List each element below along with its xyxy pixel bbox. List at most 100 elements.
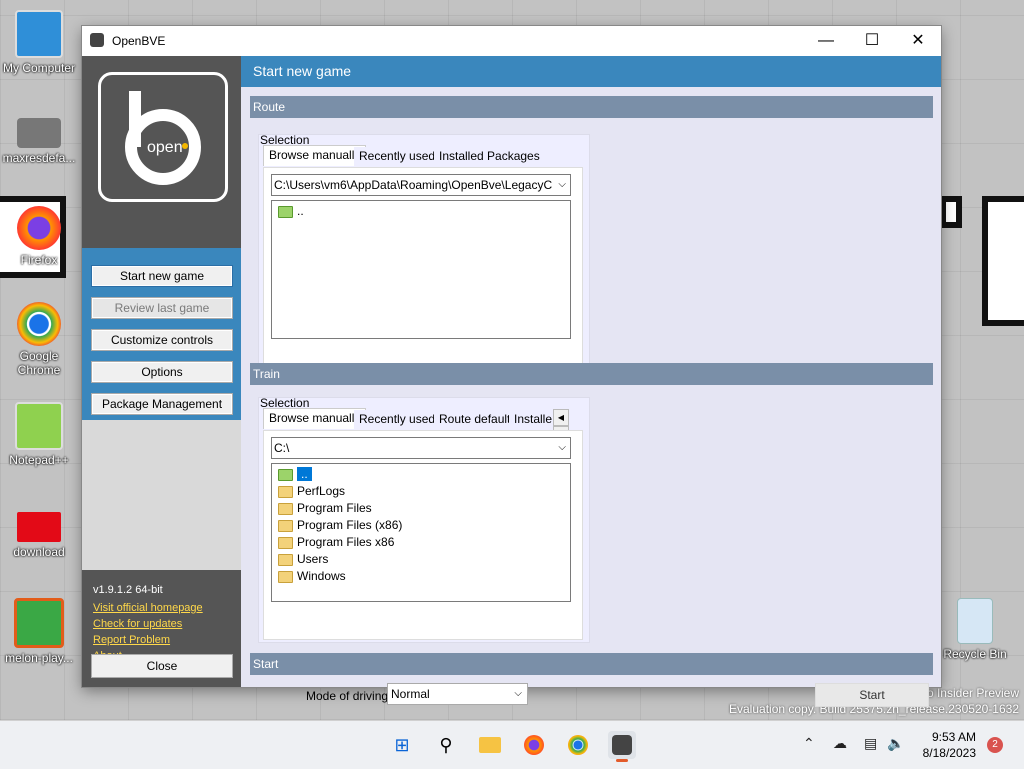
list-item-label: PerfLogs xyxy=(297,484,346,498)
route-tab-installed[interactable]: Installed Packages xyxy=(434,147,545,166)
openbve-window: OpenBVE — ☐ ✕ open Start new game Review… xyxy=(82,26,941,707)
train-tab-installed[interactable]: Installe xyxy=(509,410,558,429)
start-new-game-button[interactable]: Start new game xyxy=(91,265,233,287)
options-button[interactable]: Options xyxy=(91,361,233,383)
notification-badge[interactable]: 2 xyxy=(987,737,1003,753)
list-item[interactable]: .. xyxy=(278,466,312,483)
route-selection-group: Selection Browse manually Recently used … xyxy=(258,133,590,380)
list-item[interactable]: Program Files (x86) xyxy=(278,517,402,534)
desktop-icon-maxres[interactable]: maxresdefa... xyxy=(0,110,79,165)
route-file-list[interactable]: .. xyxy=(271,200,571,339)
train-tab-browse[interactable]: Browse manually xyxy=(263,408,367,429)
desktop-icon-notepadpp[interactable]: Notepad++ xyxy=(0,402,79,467)
openbve-app-icon xyxy=(612,735,632,755)
report-problem-link[interactable]: Report Problem xyxy=(93,634,170,646)
desktop-icon-download[interactable]: download xyxy=(0,510,79,559)
openbve-taskbar-icon[interactable] xyxy=(608,731,636,762)
start-section-title: Start xyxy=(253,657,279,671)
cloud-offline-icon[interactable]: ☁ xyxy=(833,735,847,752)
chevron-down-icon: ⌵ xyxy=(514,688,522,699)
melon-game-icon xyxy=(14,598,64,648)
close-button[interactable]: Close xyxy=(91,654,233,678)
desktop-icon-label: Google Chrome xyxy=(17,349,61,377)
logo-text: open xyxy=(147,139,183,156)
desktop-icon-firefox[interactable]: Firefox xyxy=(0,206,79,267)
list-item[interactable]: Windows xyxy=(278,568,346,585)
desktop-icon-melon[interactable]: melon-play... xyxy=(0,598,79,665)
start-button[interactable]: Start xyxy=(815,683,929,707)
review-last-game-button[interactable]: Review last game xyxy=(91,297,233,319)
list-item-label: Program Files (x86) xyxy=(297,518,403,532)
route-path-dropdown[interactable]: C:\Users\vm6\AppData\Roaming\OpenBve\Leg… xyxy=(271,174,571,196)
route-tab-browse[interactable]: Browse manually xyxy=(263,145,367,166)
page-title: Start new game xyxy=(241,56,941,87)
list-item-label: Windows xyxy=(297,569,346,583)
desktop-icon-label: download xyxy=(13,545,65,559)
train-tab-route-default[interactable]: Route default xyxy=(434,410,516,429)
list-item[interactable]: Users xyxy=(278,551,328,568)
firefox-taskbar-icon[interactable] xyxy=(520,731,548,759)
tab-scroll-buttons: ◀▶ xyxy=(553,409,583,443)
firefox-icon xyxy=(524,735,544,755)
desktop-icon-label: Notepad++ xyxy=(9,453,69,467)
chrome-taskbar-icon[interactable] xyxy=(564,731,592,759)
search-icon[interactable]: ⚲ xyxy=(432,731,460,759)
desktop-icon-my-computer[interactable]: My Computer xyxy=(0,10,79,75)
package-management-button[interactable]: Package Management xyxy=(91,393,233,415)
folder-up-icon xyxy=(278,205,293,218)
window-title: OpenBVE xyxy=(112,34,166,48)
customize-controls-button[interactable]: Customize controls xyxy=(91,329,233,351)
maximize-button[interactable]: ☐ xyxy=(849,26,895,56)
folder-icon xyxy=(278,485,293,498)
train-path-dropdown[interactable]: C:\ ⌵ xyxy=(271,437,571,459)
train-file-list[interactable]: .. PerfLogs Program Files Program Files … xyxy=(271,463,571,602)
desktop-icon-label: My Computer xyxy=(2,61,76,75)
clock-time: 9:53 AM xyxy=(931,730,976,744)
list-item[interactable]: PerfLogs xyxy=(278,483,345,500)
list-item[interactable]: Program Files xyxy=(278,500,372,517)
monitor-icon xyxy=(15,10,63,58)
check-updates-link[interactable]: Check for updates xyxy=(93,618,182,630)
file-explorer-icon[interactable] xyxy=(476,731,504,759)
desktop-icon-label: melon-play... xyxy=(5,651,73,665)
close-window-button[interactable]: ✕ xyxy=(895,26,941,56)
train-path-value: C:\ xyxy=(274,441,290,455)
list-item[interactable]: .. xyxy=(278,203,304,220)
list-item-label: Users xyxy=(297,552,329,566)
train-section-header: Train xyxy=(250,363,933,385)
chevron-up-icon[interactable]: ⌃ xyxy=(803,735,815,752)
mode-of-driving-select[interactable]: Normal ⌵ xyxy=(387,683,528,705)
network-icon[interactable]: ▤ xyxy=(864,735,877,752)
folder-icon xyxy=(278,519,293,532)
list-item-label: .. xyxy=(297,204,304,218)
minimize-button[interactable]: — xyxy=(803,26,849,56)
desktop-icon-label: Recycle Bin xyxy=(943,647,1007,661)
folder-up-icon xyxy=(278,468,293,481)
active-indicator xyxy=(616,759,628,762)
train-tabs: Browse manually Recently used Route defa… xyxy=(263,408,585,443)
homepage-link[interactable]: Visit official homepage xyxy=(93,602,203,614)
desktop-icon-chrome[interactable]: Google Chrome xyxy=(0,302,79,377)
title-bar[interactable]: OpenBVE — ☐ ✕ xyxy=(82,26,941,56)
taskbar: ⊞ ⚲ ⌃ ☁ ▤ 🔈 9:53 AM 8/18/2023 2 xyxy=(0,720,1024,769)
volume-icon[interactable]: 🔈 xyxy=(887,735,904,752)
version-label: v1.9.1.2 64-bit xyxy=(93,584,163,596)
folder-icon xyxy=(278,502,293,515)
route-browse-panel: C:\Users\vm6\AppData\Roaming\OpenBve\Leg… xyxy=(263,167,583,377)
chevron-left-icon[interactable]: ◀ xyxy=(553,409,569,426)
system-clock[interactable]: 9:53 AM 8/18/2023 xyxy=(923,729,976,761)
folder-icon xyxy=(479,737,501,753)
train-selection-group: Selection Browse manually Recently used … xyxy=(258,396,590,643)
chevron-down-icon: ⌵ xyxy=(558,179,566,190)
chrome-icon xyxy=(568,735,588,755)
desktop-icon-recycle-bin[interactable]: Recycle Bin xyxy=(935,598,1015,661)
route-section-header: Route xyxy=(250,96,933,118)
train-tab-recent[interactable]: Recently used xyxy=(354,410,441,429)
wallpaper-shape xyxy=(982,196,1024,326)
openbve-app-icon xyxy=(90,33,104,47)
route-tab-recent[interactable]: Recently used xyxy=(354,147,441,166)
route-section-title: Route xyxy=(253,100,286,114)
windows-start-icon[interactable]: ⊞ xyxy=(388,731,416,759)
route-path-value: C:\Users\vm6\AppData\Roaming\OpenBve\Leg… xyxy=(274,178,552,192)
list-item[interactable]: Program Files x86 xyxy=(278,534,394,551)
